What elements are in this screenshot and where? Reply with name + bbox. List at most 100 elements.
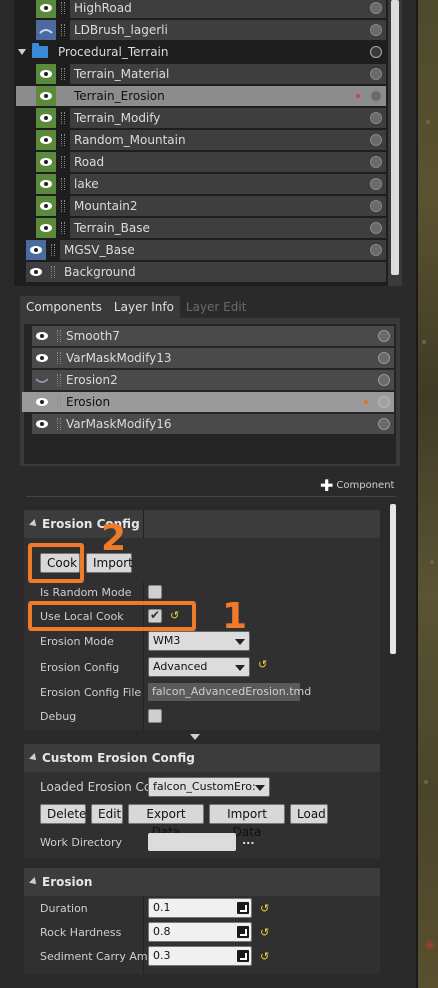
drag-handle-icon[interactable] xyxy=(56,196,70,216)
drag-handle-icon[interactable] xyxy=(52,414,66,434)
outliner-item-selected[interactable]: Terrain_Erosion xyxy=(16,86,386,106)
viewport-preview[interactable]: ✳ xyxy=(416,0,438,988)
outliner-item[interactable]: MGSV_Base xyxy=(26,240,386,260)
sediment-carry-field[interactable]: 0.3 xyxy=(148,946,252,966)
visibility-eye-icon[interactable] xyxy=(32,392,52,412)
resize-grip-icon[interactable] xyxy=(237,950,249,962)
hidden-eye-icon[interactable] xyxy=(32,370,52,390)
visibility-eye-icon[interactable] xyxy=(36,0,56,18)
tab-components[interactable]: Components xyxy=(20,296,108,318)
outliner-item[interactable]: Terrain_Base xyxy=(36,218,386,238)
visibility-eye-icon[interactable] xyxy=(36,196,56,216)
outliner-item[interactable]: LDBrush_lagerli xyxy=(36,20,386,40)
tab-layer-info[interactable]: Layer Info xyxy=(107,296,180,318)
export-data-button[interactable]: Export Data xyxy=(128,804,204,839)
outliner-folder[interactable]: Procedural_Terrain xyxy=(14,42,386,62)
outliner-item[interactable]: Terrain_Material xyxy=(36,64,386,84)
debug-checkbox[interactable] xyxy=(148,709,162,723)
visibility-eye-icon[interactable] xyxy=(26,262,46,282)
drag-handle-icon[interactable] xyxy=(52,326,66,346)
component-item[interactable]: VarMaskModify16 xyxy=(32,414,394,434)
duration-field[interactable]: 0.1 xyxy=(148,898,252,918)
brush-icon[interactable] xyxy=(36,20,56,40)
visibility-eye-icon[interactable] xyxy=(36,152,56,172)
outliner-item[interactable]: HighRoad xyxy=(36,0,386,18)
reset-to-default-icon[interactable]: ↺ xyxy=(260,950,269,963)
load-button[interactable]: Load xyxy=(290,804,328,824)
layer-status-icon xyxy=(366,108,386,128)
erosion-config-dropdown[interactable]: Advanced xyxy=(148,657,250,677)
delete-button[interactable]: Delete xyxy=(40,804,86,824)
visibility-eye-icon[interactable] xyxy=(36,108,56,128)
drag-handle-icon[interactable] xyxy=(56,20,70,40)
rock-hardness-field[interactable]: 0.8 xyxy=(148,922,252,942)
visibility-eye-icon[interactable] xyxy=(36,174,56,194)
collapse-arrow-icon[interactable] xyxy=(29,753,39,763)
visibility-eye-icon[interactable] xyxy=(36,86,56,106)
visibility-eye-icon[interactable] xyxy=(32,414,52,434)
section-header-custom-erosion[interactable]: Custom Erosion Config xyxy=(24,744,380,772)
highlight-box-cook xyxy=(28,543,84,583)
drag-handle-icon[interactable] xyxy=(56,130,70,150)
outliner-item-label: Road xyxy=(70,152,366,172)
erosion-config-file-field[interactable]: falcon_AdvancedErosion.tmd xyxy=(148,683,311,701)
component-item[interactable]: Erosion2 xyxy=(32,370,394,390)
erosion-config-label: Erosion Config xyxy=(40,661,120,674)
outliner-item-label: lake xyxy=(70,174,366,194)
drag-handle-icon[interactable] xyxy=(56,86,70,106)
browse-button[interactable]: ... xyxy=(242,834,255,847)
component-item[interactable]: Smooth7 xyxy=(32,326,394,346)
layer-status-icon xyxy=(366,174,386,194)
drag-handle-icon[interactable] xyxy=(56,64,70,84)
drag-handle-icon[interactable] xyxy=(56,218,70,238)
drag-handle-icon[interactable] xyxy=(52,392,66,412)
drag-handle-icon[interactable] xyxy=(56,0,70,18)
section-header-erosion-config[interactable]: Erosion Config xyxy=(24,510,380,538)
annotation-number-1: 1 xyxy=(222,596,248,637)
drag-handle-icon[interactable] xyxy=(56,108,70,128)
outliner-item[interactable]: Random_Mountain xyxy=(36,130,386,150)
outliner-item[interactable]: Mountain2 xyxy=(36,196,386,216)
reset-to-default-icon[interactable]: ↺ xyxy=(260,926,269,939)
drag-handle-icon[interactable] xyxy=(52,370,66,390)
resize-grip-icon[interactable] xyxy=(237,902,249,914)
component-label: Smooth7 xyxy=(66,329,120,343)
visibility-eye-icon[interactable] xyxy=(36,130,56,150)
collapse-arrow-icon[interactable] xyxy=(29,519,39,529)
outliner-item[interactable]: Background xyxy=(26,262,386,282)
edit-button[interactable]: Edit xyxy=(91,804,123,824)
add-component-button[interactable]: ✚ Component xyxy=(320,476,394,495)
outliner-item[interactable]: Terrain_Modify xyxy=(36,108,386,128)
outliner-item[interactable]: lake xyxy=(36,174,386,194)
outliner-scrollbar[interactable] xyxy=(388,0,402,286)
expand-triangle-icon[interactable] xyxy=(18,49,26,55)
visibility-eye-icon[interactable] xyxy=(26,240,46,260)
drag-handle-icon[interactable] xyxy=(52,348,66,368)
visibility-eye-icon[interactable] xyxy=(32,348,52,368)
collapse-arrow-icon[interactable] xyxy=(29,877,39,887)
drag-handle-icon[interactable] xyxy=(46,240,60,260)
loaded-erosion-config-dropdown[interactable]: falcon_CustomEro: xyxy=(148,777,270,797)
layer-status-icon xyxy=(366,196,386,216)
outliner-item[interactable]: Road xyxy=(36,152,386,172)
tab-layer-edit[interactable]: Layer Edit xyxy=(179,296,253,318)
reset-to-default-icon[interactable]: ↺ xyxy=(260,902,269,915)
component-item[interactable]: VarMaskModify13 xyxy=(32,348,394,368)
drag-handle-icon[interactable] xyxy=(56,152,70,172)
erosion-mode-label: Erosion Mode xyxy=(40,635,114,648)
import-data-button[interactable]: Import Data xyxy=(209,804,285,839)
visibility-eye-icon[interactable] xyxy=(36,218,56,238)
work-directory-field[interactable] xyxy=(148,833,236,851)
visibility-eye-icon[interactable] xyxy=(32,326,52,346)
resize-grip-icon[interactable] xyxy=(237,926,249,938)
scrollbar-thumb[interactable] xyxy=(391,0,399,275)
drag-handle-icon[interactable] xyxy=(56,174,70,194)
is-random-mode-checkbox[interactable] xyxy=(148,585,162,599)
section-header-erosion[interactable]: Erosion xyxy=(24,868,380,896)
reset-to-default-icon[interactable]: ↺ xyxy=(258,658,267,671)
drag-handle-icon[interactable] xyxy=(46,262,60,282)
advanced-expander-icon[interactable] xyxy=(190,734,200,740)
details-scrollbar[interactable] xyxy=(390,504,396,654)
visibility-eye-icon[interactable] xyxy=(36,64,56,84)
component-item-selected[interactable]: Erosion xyxy=(22,392,394,412)
